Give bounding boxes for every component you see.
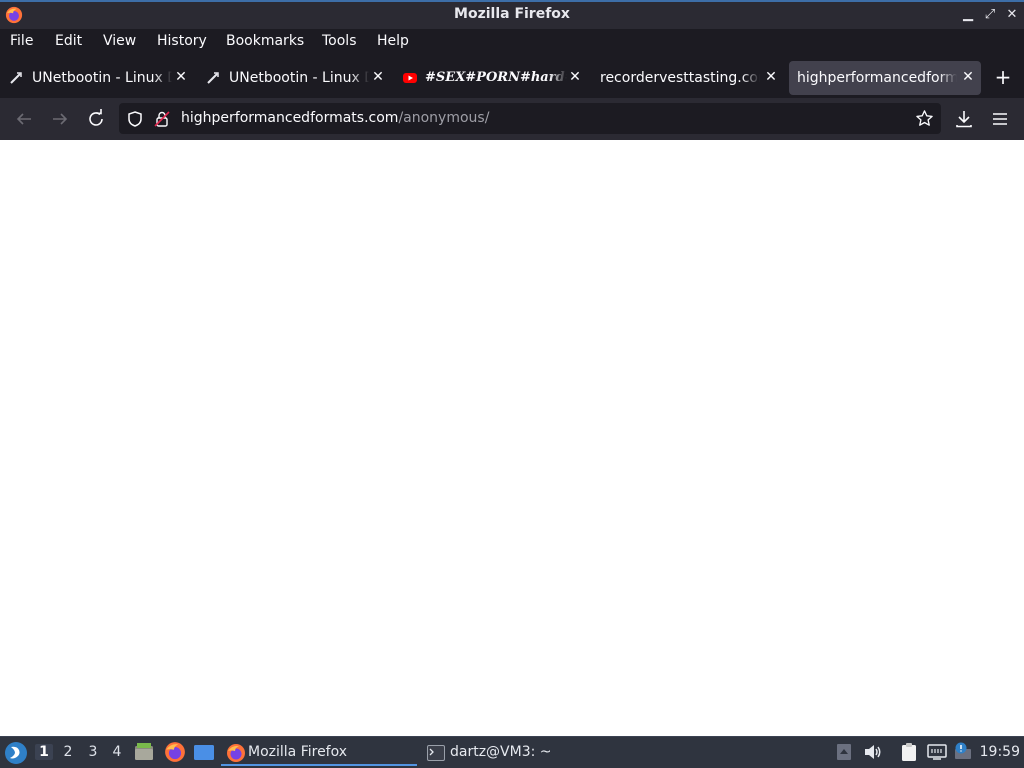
forward-icon[interactable]: [47, 106, 73, 132]
url-bar[interactable]: highperformancedformats.com/anonymous/: [119, 103, 941, 134]
tab-close-icon[interactable]: ✕: [764, 69, 778, 85]
tab-title: UNetbootin - Linux D: [32, 70, 172, 86]
bookmark-star-icon[interactable]: [915, 109, 934, 128]
terminal-icon: [427, 745, 445, 761]
tab-bar: UNetbootin - Linux D ✕ UNetbootin - Linu…: [0, 58, 1024, 98]
tracking-protection-shield-icon[interactable]: [126, 110, 144, 128]
tab-youtube[interactable]: #SEX#PORN#hard#h ✕: [396, 61, 588, 95]
clipboard-icon[interactable]: [900, 742, 918, 762]
clock: 19:59: [979, 744, 1020, 760]
tab-close-icon[interactable]: ✕: [174, 69, 188, 85]
tab-highperformancedformats[interactable]: highperformancedformats ✕: [789, 61, 981, 95]
tab-recordervesttasting[interactable]: recordervesttasting.com ✕: [592, 61, 784, 95]
tab-title: highperformancedformats: [797, 70, 957, 86]
menu-bar: File Edit View History Bookmarks Tools H…: [0, 29, 1024, 58]
taskbar: 1 2 3 4 Mozilla Firefox dartz@VM3: ~ 19:…: [0, 736, 1024, 768]
task-label: dartz@VM3: ~: [450, 744, 552, 760]
menu-bookmarks[interactable]: Bookmarks: [226, 33, 304, 49]
url-host: highperformancedformats.com: [181, 110, 399, 126]
tab-unetbootin-2[interactable]: UNetbootin - Linux D ✕: [199, 61, 391, 95]
downloads-icon[interactable]: [951, 106, 977, 132]
tab-title: #SEX#PORN#hard#h: [425, 70, 567, 85]
youtube-icon: [403, 73, 417, 83]
menu-history[interactable]: History: [157, 33, 207, 49]
system-tray-up-icon[interactable]: [836, 743, 852, 761]
hamburger-menu-icon[interactable]: [987, 106, 1013, 132]
firefox-launcher-icon[interactable]: [164, 741, 186, 763]
tab-close-icon[interactable]: ✕: [961, 69, 975, 85]
volume-icon[interactable]: [863, 743, 883, 761]
menu-file[interactable]: File: [10, 33, 33, 49]
back-icon[interactable]: [11, 106, 37, 132]
workspace-2[interactable]: 2: [59, 744, 77, 760]
network-icon[interactable]: [927, 743, 947, 761]
tab-unetbootin-1[interactable]: UNetbootin - Linux D ✕: [2, 61, 194, 95]
maximize-button[interactable]: ⤢: [980, 6, 1000, 24]
menu-view[interactable]: View: [103, 33, 136, 49]
tab-close-icon[interactable]: ✕: [568, 69, 582, 85]
page-content[interactable]: [0, 140, 1024, 736]
tab-close-icon[interactable]: ✕: [371, 69, 385, 85]
start-menu-icon[interactable]: [4, 741, 28, 765]
close-window-button[interactable]: ✕: [1002, 6, 1022, 24]
update-notification-icon[interactable]: [953, 741, 973, 761]
task-terminal[interactable]: dartz@VM3: ~: [421, 740, 617, 766]
workspace-4[interactable]: 4: [108, 744, 126, 760]
menu-help[interactable]: Help: [377, 33, 409, 49]
file-manager-icon[interactable]: [134, 742, 154, 762]
window-titlebar: Mozilla Firefox ▁ ⤢ ✕: [0, 0, 1024, 29]
workspace-1[interactable]: 1: [35, 744, 53, 760]
desktop-icon[interactable]: [193, 743, 215, 763]
tab-title: UNetbootin - Linux D: [229, 70, 369, 86]
reload-icon[interactable]: [83, 106, 109, 132]
tab-title: recordervesttasting.com: [600, 70, 760, 86]
firefox-icon: [227, 744, 245, 762]
menu-edit[interactable]: Edit: [55, 33, 82, 49]
task-firefox[interactable]: Mozilla Firefox: [221, 740, 417, 766]
task-label: Mozilla Firefox: [248, 744, 348, 760]
new-tab-button[interactable]: +: [992, 67, 1014, 89]
window-title: Mozilla Firefox: [454, 6, 570, 22]
url-path: /anonymous/: [398, 110, 490, 126]
menu-tools[interactable]: Tools: [322, 33, 357, 49]
unetbootin-icon: [10, 72, 22, 84]
navigation-toolbar: highperformancedformats.com/anonymous/: [0, 98, 1024, 140]
workspace-3[interactable]: 3: [84, 744, 102, 760]
insecure-lock-icon[interactable]: [153, 110, 171, 128]
unetbootin-icon: [207, 72, 219, 84]
url-text[interactable]: highperformancedformats.com/anonymous/: [181, 110, 489, 126]
minimize-button[interactable]: ▁: [958, 6, 978, 24]
